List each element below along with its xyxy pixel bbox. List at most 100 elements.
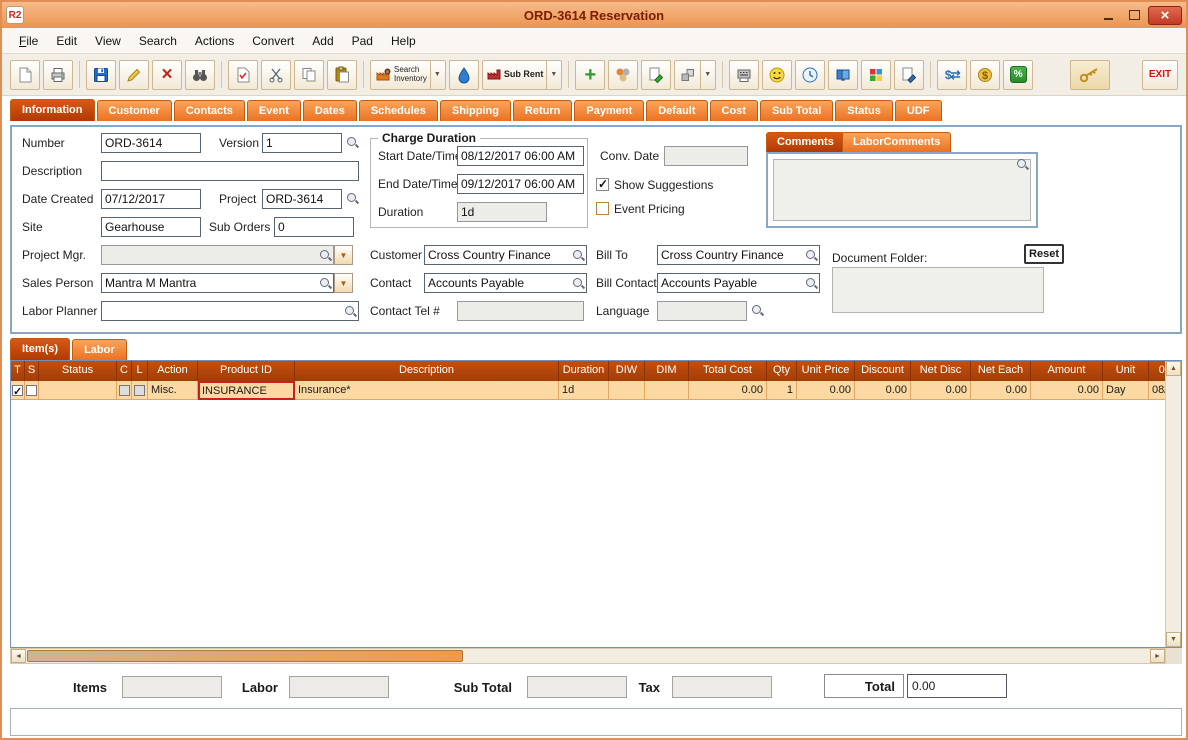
- col-header-t[interactable]: T: [11, 361, 25, 381]
- col-header-status[interactable]: Status: [39, 361, 117, 381]
- description-input[interactable]: [102, 164, 358, 178]
- label-print-button[interactable]: [729, 59, 760, 90]
- sub-orders-input[interactable]: [275, 220, 353, 234]
- menu-view[interactable]: View: [86, 30, 130, 52]
- new-document-button[interactable]: [10, 59, 40, 90]
- menu-help[interactable]: Help: [382, 30, 425, 52]
- row-l-checkbox[interactable]: [134, 384, 145, 396]
- scroll-left-icon[interactable]: [11, 649, 26, 663]
- contact-field[interactable]: [424, 273, 587, 293]
- col-header-date[interactable]: 08/1: [1149, 361, 1166, 381]
- col-header-total-cost[interactable]: Total Cost: [689, 361, 767, 381]
- menu-search[interactable]: Search: [130, 30, 186, 52]
- col-header-action[interactable]: Action: [148, 361, 198, 381]
- labor-planner-search-icon[interactable]: [344, 305, 357, 318]
- cell-diw[interactable]: [609, 381, 645, 400]
- end-datetime-field[interactable]: [457, 174, 584, 194]
- catalog-button[interactable]: [828, 59, 859, 90]
- reset-button[interactable]: Reset: [1024, 244, 1064, 264]
- tab-labor-comments[interactable]: LaborComments: [842, 132, 952, 152]
- cell-total-cost[interactable]: 0.00: [689, 381, 767, 400]
- tab-schedules[interactable]: Schedules: [358, 100, 438, 121]
- menu-edit[interactable]: Edit: [47, 30, 86, 52]
- description-field[interactable]: [101, 161, 359, 181]
- bill-contact-search-icon[interactable]: [805, 277, 818, 290]
- title-bar[interactable]: R2 ORD-3614 Reservation: [2, 2, 1186, 28]
- col-header-dim[interactable]: DIM: [645, 361, 689, 381]
- add-item-button[interactable]: [575, 59, 606, 90]
- project-mgr-input[interactable]: [102, 248, 319, 262]
- tab-customer[interactable]: Customer: [96, 100, 172, 121]
- tab-default[interactable]: Default: [646, 100, 708, 121]
- col-header-c[interactable]: C: [117, 361, 132, 381]
- cell-net-each[interactable]: 0.00: [971, 381, 1031, 400]
- tab-payment[interactable]: Payment: [574, 100, 645, 121]
- schedule-button[interactable]: [795, 59, 826, 90]
- bill-to-field[interactable]: [657, 245, 820, 265]
- labor-planner-field[interactable]: [101, 301, 359, 321]
- project-search-icon[interactable]: [346, 192, 359, 205]
- chevron-down-icon[interactable]: [700, 60, 711, 89]
- site-field[interactable]: [101, 217, 201, 237]
- tab-return[interactable]: Return: [512, 100, 573, 121]
- menu-add[interactable]: Add: [303, 30, 342, 52]
- tab-contacts[interactable]: Contacts: [173, 100, 245, 121]
- project-mgr-field[interactable]: [101, 245, 334, 265]
- project-mgr-dropdown[interactable]: [334, 245, 353, 265]
- project-mgr-search-icon[interactable]: [319, 249, 332, 262]
- cell-unit[interactable]: Day: [1103, 381, 1149, 400]
- language-input[interactable]: [658, 304, 746, 318]
- contact-input[interactable]: [425, 276, 572, 290]
- customer-field[interactable]: [424, 245, 587, 265]
- menu-file[interactable]: File: [10, 30, 47, 52]
- col-header-unit-price[interactable]: Unit Price: [797, 361, 855, 381]
- menu-convert[interactable]: Convert: [243, 30, 303, 52]
- unlock-button[interactable]: [1070, 59, 1110, 90]
- project-input[interactable]: [263, 192, 341, 206]
- duration-input[interactable]: [458, 205, 546, 219]
- start-datetime-field[interactable]: [457, 146, 584, 166]
- cell-date[interactable]: 08/1: [1149, 381, 1166, 400]
- duration-field[interactable]: [457, 202, 547, 222]
- groups-button[interactable]: [608, 59, 639, 90]
- close-icon[interactable]: [1148, 5, 1182, 25]
- tab-dates[interactable]: Dates: [302, 100, 357, 121]
- row-c-checkbox[interactable]: [118, 384, 130, 396]
- memo-button[interactable]: [894, 59, 925, 90]
- find-button[interactable]: [185, 59, 215, 90]
- cell-discount[interactable]: 0.00: [855, 381, 911, 400]
- col-header-discount[interactable]: Discount: [855, 361, 911, 381]
- menu-pad[interactable]: Pad: [343, 30, 382, 52]
- row-s-checkbox[interactable]: [26, 384, 37, 396]
- currency-exchange-button[interactable]: [937, 59, 968, 90]
- sales-person-search-icon[interactable]: [319, 277, 332, 290]
- tab-udf[interactable]: UDF: [894, 100, 942, 121]
- cell-c[interactable]: [117, 381, 132, 400]
- contact-tel-input[interactable]: [458, 304, 583, 318]
- cell-product-id[interactable]: INSURANCE: [198, 381, 295, 400]
- scroll-down-icon[interactable]: [1166, 632, 1181, 647]
- col-header-qty[interactable]: Qty: [767, 361, 797, 381]
- tab-comments[interactable]: Comments: [766, 132, 845, 152]
- col-header-amount[interactable]: Amount: [1031, 361, 1103, 381]
- end-datetime-input[interactable]: [458, 177, 583, 191]
- cell-qty[interactable]: 1: [767, 381, 797, 400]
- cell-s[interactable]: [25, 381, 39, 400]
- tab-items[interactable]: Item(s): [10, 338, 71, 360]
- comments-box[interactable]: [766, 152, 1038, 228]
- payment-button[interactable]: $: [970, 59, 1001, 90]
- horizontal-scrollbar[interactable]: [10, 648, 1166, 664]
- col-header-net-each[interactable]: Net Each: [971, 361, 1031, 381]
- scroll-up-icon[interactable]: [1166, 361, 1181, 376]
- minimize-icon[interactable]: [1096, 6, 1120, 24]
- col-header-product-id[interactable]: Product ID: [198, 361, 295, 381]
- cell-duration[interactable]: 1d: [559, 381, 609, 400]
- chevron-down-icon[interactable]: [429, 60, 441, 89]
- bill-contact-field[interactable]: [657, 273, 820, 293]
- tab-shipping[interactable]: Shipping: [439, 100, 511, 121]
- edit-button[interactable]: [119, 59, 149, 90]
- version-field[interactable]: [262, 133, 342, 153]
- tab-cost[interactable]: Cost: [709, 100, 758, 121]
- site-input[interactable]: [102, 220, 200, 234]
- comments-search-icon[interactable]: [1016, 158, 1029, 171]
